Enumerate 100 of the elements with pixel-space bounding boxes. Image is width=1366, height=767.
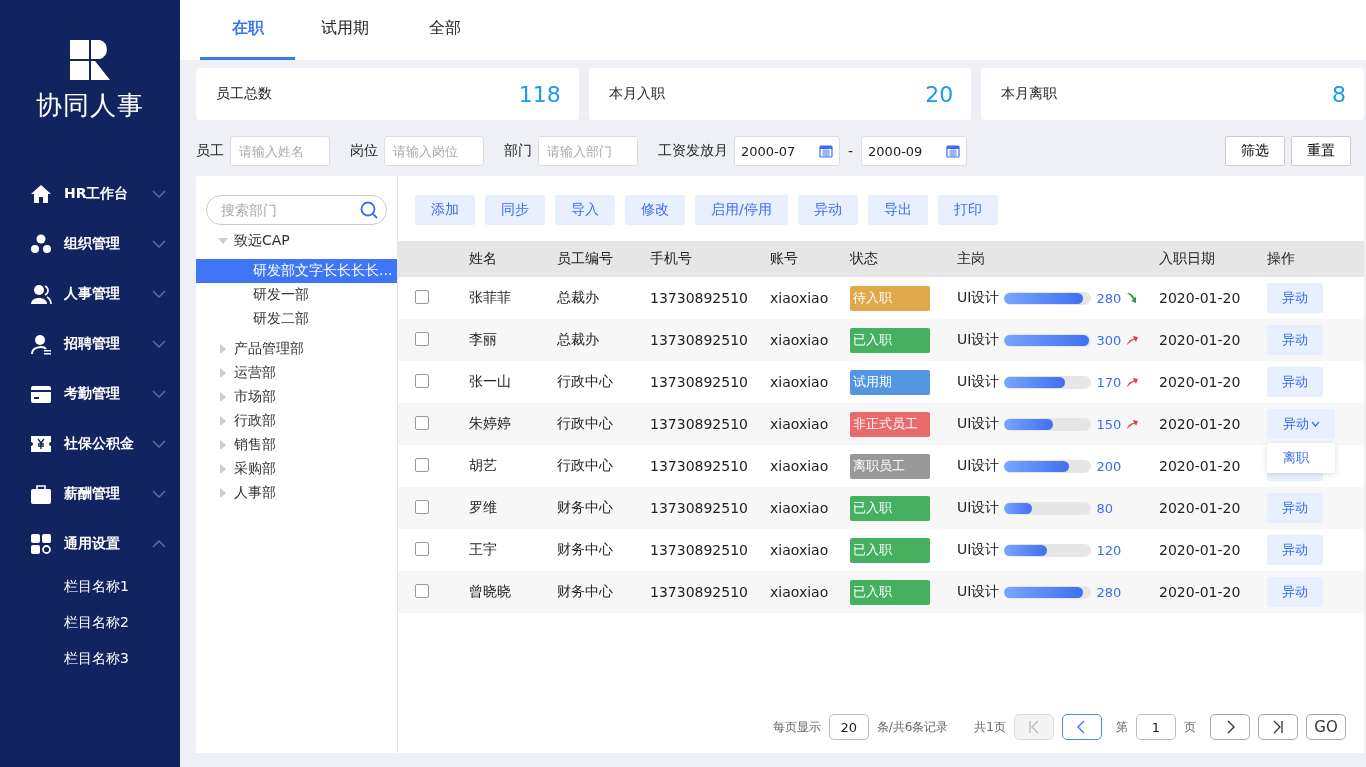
filter-label: 工资发放月 xyxy=(658,142,728,160)
tree-node[interactable]: 研发一部 xyxy=(196,283,397,307)
tab[interactable]: 全部 xyxy=(395,0,495,60)
column-header: 手机号 xyxy=(650,250,693,268)
row-checkbox[interactable] xyxy=(415,415,429,430)
action-button[interactable]: 异动 xyxy=(1267,325,1323,355)
tree-node[interactable]: 研发二部 xyxy=(196,307,397,331)
filter-input[interactable]: 请输入岗位 xyxy=(384,136,484,166)
action-button[interactable]: 异动 xyxy=(1267,535,1323,565)
table-cell: UI设计 xyxy=(957,331,1000,349)
row-checkbox[interactable] xyxy=(415,583,429,598)
caret-right-icon[interactable] xyxy=(218,368,228,378)
toolbar-button[interactable]: 添加 xyxy=(415,195,475,225)
next-page-button[interactable] xyxy=(1210,714,1250,740)
action-button[interactable]: 异动 xyxy=(1267,493,1323,523)
toolbar-button[interactable]: 修改 xyxy=(625,195,685,225)
tree-node[interactable]: 采购部 xyxy=(196,457,397,481)
table-cell: UI设计 xyxy=(957,289,1000,307)
toolbar-button[interactable]: 导出 xyxy=(867,195,928,225)
last-page-button[interactable] xyxy=(1258,714,1298,740)
previous-page-button[interactable] xyxy=(1062,714,1102,740)
caret-right-icon[interactable] xyxy=(218,416,228,426)
caret-right-icon[interactable] xyxy=(218,440,228,450)
table-cell-text: 2020-01-20 xyxy=(1159,458,1242,474)
caret-right-icon[interactable] xyxy=(218,344,228,354)
score-value: 120 xyxy=(1096,542,1122,558)
caret-right-icon[interactable] xyxy=(218,392,228,402)
date-field[interactable]: 2000-09 xyxy=(861,136,968,166)
page-number-field[interactable]: 1 xyxy=(1136,714,1176,740)
nav-item[interactable]: 社保公积金 xyxy=(0,419,180,469)
caret-right-icon[interactable] xyxy=(218,488,228,498)
page-size-field[interactable]: 20 xyxy=(828,714,869,740)
tree-node[interactable]: 运营部 xyxy=(196,361,397,385)
column-header: 状态 xyxy=(850,250,879,268)
chevron-down-icon xyxy=(152,490,166,498)
table-cell-text: 13730892510 xyxy=(650,584,749,600)
tree-node[interactable]: 市场部 xyxy=(196,385,397,409)
tree-node[interactable]: 研发部文字长长长长... xyxy=(196,259,397,283)
table-cell-text: 胡艺 xyxy=(469,457,498,475)
nav-item[interactable]: 薪酬管理 xyxy=(0,469,180,519)
trend-up-icon xyxy=(1126,418,1139,430)
nav-item[interactable]: 人事管理 xyxy=(0,269,180,319)
nav-subitem[interactable]: 栏目名称1 xyxy=(0,569,180,605)
toolbar-button[interactable]: 启用/停用 xyxy=(695,195,788,225)
date-field[interactable]: 2000-07 xyxy=(734,136,840,166)
table-cell-text: 2020-01-20 xyxy=(1159,332,1242,348)
filter-button[interactable]: 筛选 xyxy=(1225,136,1285,166)
toolbar-button[interactable]: 同步 xyxy=(485,195,545,225)
tree-node[interactable]: 致远CAP xyxy=(196,229,397,253)
row-checkbox[interactable] xyxy=(415,541,429,556)
row-checkbox[interactable] xyxy=(415,499,429,514)
tree-node[interactable]: 产品管理部 xyxy=(196,337,397,361)
action-button[interactable]: 异动 xyxy=(1267,283,1323,313)
go-button[interactable]: GO xyxy=(1306,714,1346,740)
row-checkbox[interactable] xyxy=(415,331,429,346)
apps-icon xyxy=(30,533,52,555)
action-button[interactable]: 异动 xyxy=(1267,367,1323,397)
table-cell-text: 2020-01-20 xyxy=(1159,500,1242,516)
table-cell-text: 行政中心 xyxy=(557,373,614,391)
score-value: 80 xyxy=(1096,500,1113,516)
nav-item[interactable]: 组织管理 xyxy=(0,219,180,269)
stat-label: 本月离职 xyxy=(1001,85,1058,103)
score-value: 150 xyxy=(1096,416,1122,432)
tab[interactable]: 试用期 xyxy=(295,0,395,60)
nav-item[interactable]: HR工作台 xyxy=(0,169,180,219)
action-button[interactable]: 异动 xyxy=(1267,409,1335,439)
nav-item[interactable]: 通用设置 xyxy=(0,519,180,569)
caret-right-icon[interactable] xyxy=(218,464,228,474)
toolbar-button[interactable]: 打印 xyxy=(937,195,998,225)
nav-item[interactable]: 招聘管理 xyxy=(0,319,180,369)
first-page-icon xyxy=(1027,720,1041,734)
action-button[interactable]: 异动 xyxy=(1267,577,1323,607)
yen-ticket-icon xyxy=(30,433,52,455)
menu-item[interactable]: 离职 xyxy=(1283,449,1309,467)
toolbar-button[interactable]: 导入 xyxy=(555,195,615,225)
filter-input[interactable]: 请输入姓名 xyxy=(230,136,330,166)
tab[interactable]: 在职 xyxy=(200,0,295,60)
row-checkbox[interactable] xyxy=(415,373,429,388)
nav-item[interactable]: 考勤管理 xyxy=(0,369,180,419)
table-cell-text: 王宇 xyxy=(469,541,498,559)
table-cell-text: 13730892510 xyxy=(650,416,749,432)
search-icon[interactable] xyxy=(360,201,378,219)
tree-node[interactable]: 行政部 xyxy=(196,409,397,433)
table-cell-text: 曾晓晓 xyxy=(469,583,512,601)
column-header: 员工编号 xyxy=(557,250,614,268)
pager-label: 共1页 xyxy=(974,718,1006,736)
nav-subitem[interactable]: 栏目名称3 xyxy=(0,641,180,677)
briefcase-icon xyxy=(30,483,52,505)
row-checkbox[interactable] xyxy=(415,289,429,304)
row-checkbox[interactable] xyxy=(415,457,429,472)
tree-node[interactable]: 销售部 xyxy=(196,433,397,457)
toolbar-button[interactable]: 异动 xyxy=(797,195,858,225)
calendar-icon[interactable] xyxy=(946,144,961,158)
calendar-icon[interactable] xyxy=(819,144,833,158)
filter-input[interactable]: 请输入部门 xyxy=(538,136,638,166)
tree-node[interactable]: 人事部 xyxy=(196,481,397,505)
caret-down-icon[interactable] xyxy=(218,236,228,246)
filter-button[interactable]: 重置 xyxy=(1291,136,1351,166)
chevron-down-icon xyxy=(152,290,166,298)
nav-subitem[interactable]: 栏目名称2 xyxy=(0,605,180,641)
